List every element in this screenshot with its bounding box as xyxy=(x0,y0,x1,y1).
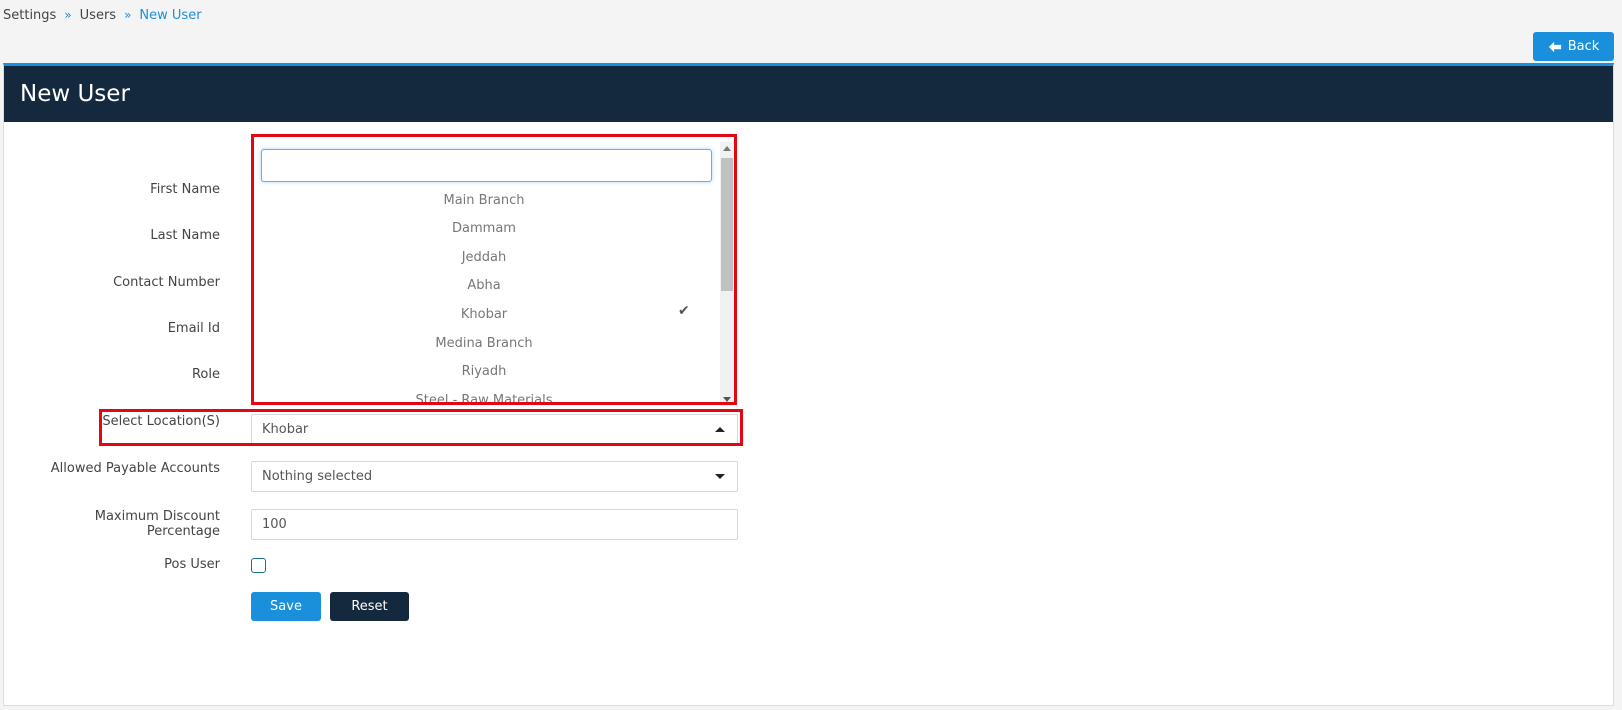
first-name-label: First Name xyxy=(150,182,220,197)
caret-down-icon xyxy=(715,474,725,479)
role-label: Role xyxy=(191,367,220,382)
contact-number-label: Contact Number xyxy=(113,275,220,290)
reset-button[interactable]: Reset xyxy=(330,592,409,621)
new-user-panel: New User xyxy=(3,63,1614,706)
breadcrumb-settings[interactable]: Settings xyxy=(3,8,56,23)
max-discount-label: Maximum Discount Percentage xyxy=(94,509,220,539)
payable-accounts-select-value: Nothing selected xyxy=(262,469,373,484)
back-button[interactable]: Back xyxy=(1533,32,1614,61)
pos-user-checkbox[interactable] xyxy=(251,558,266,573)
highlight-box-dropdown xyxy=(251,134,737,405)
pos-user-label: Pos User xyxy=(164,557,220,572)
payable-accounts-label: Allowed Payable Accounts xyxy=(50,461,220,476)
last-name-label: Last Name xyxy=(150,228,220,243)
email-label: Email Id xyxy=(167,321,220,336)
breadcrumb: Settings » Users » New User xyxy=(3,6,202,24)
breadcrumb-separator: » xyxy=(64,8,72,22)
max-discount-input[interactable]: 100 xyxy=(251,509,738,540)
max-discount-value: 100 xyxy=(262,517,287,532)
page-title: New User xyxy=(4,66,1613,122)
payable-accounts-select[interactable]: Nothing selected xyxy=(251,461,738,492)
back-button-label: Back xyxy=(1567,39,1600,54)
breadcrumb-users[interactable]: Users xyxy=(80,8,116,23)
save-button[interactable]: Save xyxy=(251,592,321,621)
breadcrumb-new-user: New User xyxy=(139,7,202,23)
highlight-box-location xyxy=(99,409,743,446)
arrow-left-icon xyxy=(1548,41,1561,52)
breadcrumb-separator: » xyxy=(124,8,132,22)
